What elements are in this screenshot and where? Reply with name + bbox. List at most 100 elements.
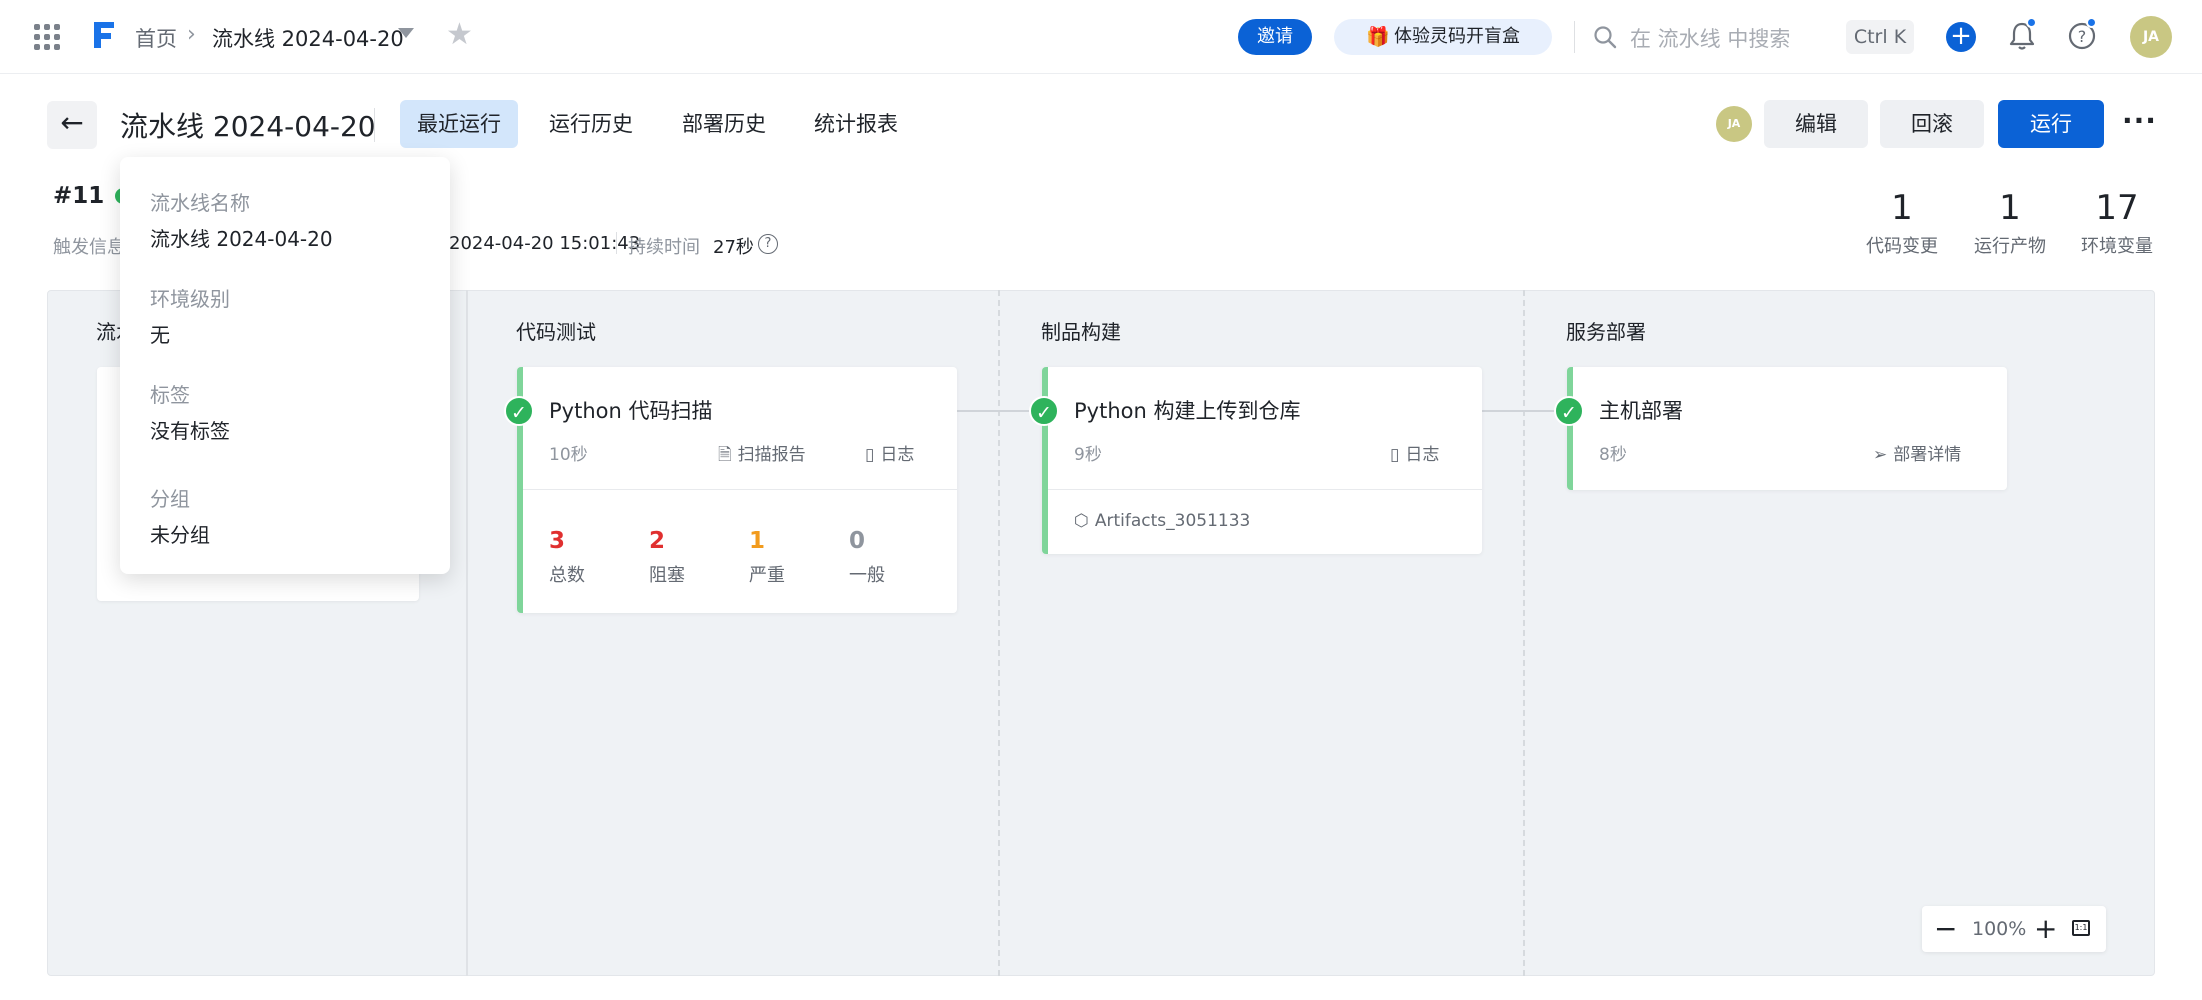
job-card-deploy[interactable]: 主机部署 8秒 ➢ 部署详情 xyxy=(1567,367,2007,490)
popover-label: 环境级别 xyxy=(150,287,230,311)
run-number: #11 xyxy=(53,183,105,209)
divider xyxy=(1048,489,1482,490)
search-icon[interactable] xyxy=(1592,24,1618,50)
zoom-control: − 100% + 1:1 xyxy=(1922,906,2106,952)
more-icon[interactable]: ··· xyxy=(2122,104,2157,137)
gift-icon: 🎁 xyxy=(1366,26,1390,48)
page-title: 流水线 2024-04-20 xyxy=(120,110,376,143)
metric-blocker[interactable]: 2 阻塞 xyxy=(649,527,685,587)
search-shortcut: Ctrl K xyxy=(1846,20,1914,54)
job-name[interactable]: Python 构建上传到仓库 xyxy=(1074,395,1300,425)
stat-label: 运行产物 xyxy=(1974,236,2046,257)
send-icon: ➢ xyxy=(1873,445,1888,465)
stage-title-build: 制品构建 xyxy=(1041,320,1121,344)
zoom-out-icon[interactable]: − xyxy=(1934,906,1957,952)
success-check-icon: ✓ xyxy=(1029,396,1059,426)
log-label: 日志 xyxy=(1405,445,1440,465)
log-link[interactable]: ▯ 日志 xyxy=(1390,440,1439,465)
rollback-button[interactable]: 回滚 xyxy=(1880,100,1984,148)
metric-critical[interactable]: 1 严重 xyxy=(749,527,785,587)
success-check-icon: ✓ xyxy=(504,396,534,426)
popover-value: 没有标签 xyxy=(150,419,230,443)
user-avatar[interactable]: JA xyxy=(2130,16,2172,58)
divider xyxy=(616,232,617,254)
metric-label: 总数 xyxy=(549,565,585,586)
popover-label: 流水线名称 xyxy=(150,191,250,215)
divider xyxy=(1574,21,1575,53)
fit-view-icon[interactable]: 1:1 xyxy=(2072,920,2090,936)
stat-artifacts[interactable]: 1 运行产物 xyxy=(1970,188,2050,258)
popover-label: 分组 xyxy=(150,487,190,511)
stat-label: 代码变更 xyxy=(1866,236,1938,257)
duration-label: 持续时间 xyxy=(628,237,700,258)
popover-value: 未分组 xyxy=(150,523,210,547)
breadcrumb-home[interactable]: 首页 xyxy=(135,23,177,53)
metric-total[interactable]: 3 总数 xyxy=(549,527,585,587)
caret-down-icon[interactable] xyxy=(398,28,414,38)
stat-code-changes[interactable]: 1 代码变更 xyxy=(1862,188,1942,258)
job-card-code-scan[interactable]: Python 代码扫描 10秒 🗎 扫描报告 ▯ 日志 3 总数 2 阻塞 1 严重… xyxy=(517,367,957,613)
popover-label: 标签 xyxy=(150,383,190,407)
document-icon: 🗎 xyxy=(718,445,732,465)
gift-banner-button[interactable]: 🎁 体验灵码开盲盒 xyxy=(1334,19,1552,55)
log-label: 日志 xyxy=(880,445,915,465)
metric-value: 0 xyxy=(849,528,866,554)
notification-dot xyxy=(2026,17,2037,28)
logo-icon[interactable] xyxy=(90,18,118,52)
chevron-right-icon: › xyxy=(187,22,196,47)
artifact-label: Artifacts_3051133 xyxy=(1094,511,1251,531)
run-button[interactable]: 运行 xyxy=(1998,100,2104,148)
artifact-link[interactable]: ⬡ Artifacts_3051133 xyxy=(1074,511,1250,531)
scan-report-link[interactable]: 🗎 扫描报告 xyxy=(718,440,806,471)
edit-button[interactable]: 编辑 xyxy=(1764,100,1868,148)
tab-run-history[interactable]: 运行历史 xyxy=(532,100,650,148)
scan-report-label: 扫描报告 xyxy=(737,445,806,465)
notification-dot xyxy=(2086,17,2097,28)
stat-value: 1 xyxy=(1999,188,2021,228)
top-bar: 首页 › 流水线 2024-04-20 ★ 邀请 🎁 体验灵码开盲盒 在 流水线… xyxy=(0,0,2202,74)
stage-divider xyxy=(1523,290,1525,976)
job-duration: 8秒 xyxy=(1599,445,1627,465)
deploy-detail-link[interactable]: ➢ 部署详情 xyxy=(1873,440,1961,465)
gift-label: 体验灵码开盲盒 xyxy=(1394,26,1520,47)
metric-label: 严重 xyxy=(749,565,785,586)
success-check-icon: ✓ xyxy=(1554,396,1584,426)
job-name[interactable]: 主机部署 xyxy=(1599,395,1683,425)
pipeline-info-popover: 流水线名称 流水线 2024-04-20 环境级别 无 标签 没有标签 分组 未… xyxy=(120,157,450,574)
add-icon[interactable]: + xyxy=(1946,22,1976,52)
metric-value: 3 xyxy=(549,528,566,554)
stat-label: 环境变量 xyxy=(2081,236,2153,257)
tab-deploy-history[interactable]: 部署历史 xyxy=(665,100,783,148)
job-card-build[interactable]: Python 构建上传到仓库 9秒 ▯ 日志 ⬡ Artifacts_3051133 xyxy=(1042,367,1482,554)
book-icon: ▯ xyxy=(865,445,875,465)
tab-recent-runs[interactable]: 最近运行 xyxy=(400,100,518,148)
invite-button[interactable]: 邀请 xyxy=(1238,19,1312,55)
tab-reports[interactable]: 统计报表 xyxy=(797,100,915,148)
metric-value: 2 xyxy=(649,528,666,554)
package-icon: ⬡ xyxy=(1074,511,1089,531)
help-circle-icon[interactable]: ? xyxy=(758,234,778,254)
stage-title-deploy: 服务部署 xyxy=(1566,320,1646,344)
metric-value: 1 xyxy=(749,528,766,554)
search-input[interactable]: 在 流水线 中搜索 xyxy=(1630,23,1790,53)
job-duration: 10秒 xyxy=(549,445,588,465)
log-link[interactable]: ▯ 日志 xyxy=(865,440,914,465)
metric-normal[interactable]: 0 一般 xyxy=(849,527,885,587)
stage-divider xyxy=(466,290,468,976)
run-start-time: 2024-04-20 15:01:43 xyxy=(449,233,641,254)
stage-title-test: 代码测试 xyxy=(516,320,596,344)
back-button[interactable]: ← xyxy=(47,101,97,149)
member-avatar[interactable]: JA xyxy=(1716,106,1752,142)
stat-value: 1 xyxy=(1891,188,1913,228)
app-grid-icon[interactable] xyxy=(34,24,60,50)
divider xyxy=(374,108,375,142)
divider xyxy=(523,489,957,490)
zoom-in-icon[interactable]: + xyxy=(2034,906,2057,952)
stat-env-vars[interactable]: 17 环境变量 xyxy=(2075,188,2159,258)
stage-divider xyxy=(998,290,1000,976)
star-icon[interactable]: ★ xyxy=(446,20,473,50)
stat-value: 17 xyxy=(2095,188,2139,228)
job-name[interactable]: Python 代码扫描 xyxy=(549,395,712,425)
breadcrumb-current[interactable]: 流水线 2024-04-20 xyxy=(212,23,404,53)
job-duration: 9秒 xyxy=(1074,445,1102,465)
